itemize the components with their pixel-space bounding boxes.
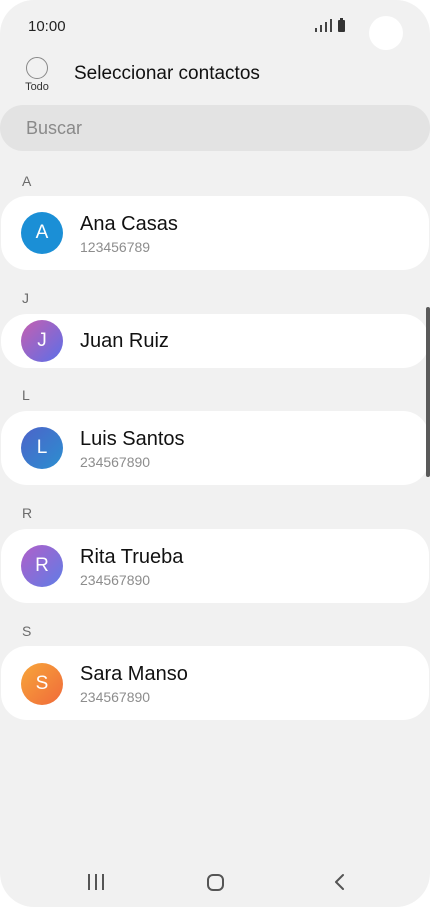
select-all-label: Todo xyxy=(25,81,49,93)
search-bar[interactable] xyxy=(0,105,430,151)
select-all-checkbox[interactable]: Todo xyxy=(22,57,52,93)
status-icons xyxy=(315,18,345,32)
contact-row-ana-casas[interactable]: A Ana Casas 123456789 xyxy=(1,196,429,270)
section-header-s: S xyxy=(22,623,32,639)
search-input[interactable] xyxy=(0,105,430,151)
navigation-bar xyxy=(0,860,430,904)
signal-icon xyxy=(325,22,327,32)
status-time: 10:00 xyxy=(28,18,66,35)
contact-row-sara-manso[interactable]: S Sara Manso 234567890 xyxy=(1,646,429,720)
section-header-j: J xyxy=(22,290,29,306)
section-header-a: A xyxy=(22,173,32,189)
contact-name: Ana Casas xyxy=(80,213,178,235)
contact-row-juan-ruiz[interactable]: J Juan Ruiz xyxy=(1,314,429,368)
contact-number: 123456789 xyxy=(80,239,151,255)
home-icon[interactable] xyxy=(207,874,224,891)
contact-number: 234567890 xyxy=(80,454,151,470)
recent-apps-bar xyxy=(95,874,97,890)
avatar: R xyxy=(21,545,63,587)
recent-apps-bar xyxy=(102,874,104,890)
contact-number: 234567890 xyxy=(80,572,151,588)
avatar: J xyxy=(21,320,63,362)
signal-icon xyxy=(315,28,317,32)
section-header-l: L xyxy=(22,387,30,403)
contact-name: Juan Ruiz xyxy=(80,330,169,352)
contact-name: Sara Manso xyxy=(80,663,188,685)
checkbox-circle-icon xyxy=(26,57,48,79)
page-title: Seleccionar contactos xyxy=(74,63,260,84)
recent-apps-bar xyxy=(88,874,90,890)
contact-row-luis-santos[interactable]: L Luis Santos 234567890 xyxy=(1,411,429,485)
avatar: L xyxy=(21,427,63,469)
contact-name: Rita Trueba xyxy=(80,546,184,568)
back-icon[interactable] xyxy=(330,872,350,892)
signal-icon xyxy=(320,25,322,32)
contact-number: 234567890 xyxy=(80,689,151,705)
section-header-r: R xyxy=(22,505,33,521)
contact-name: Luis Santos xyxy=(80,428,185,450)
recent-apps-icon[interactable] xyxy=(88,874,104,890)
contact-row-rita-trueba[interactable]: R Rita Trueba 234567890 xyxy=(1,529,429,603)
avatar: S xyxy=(21,663,63,705)
signal-icon xyxy=(330,19,332,32)
camera-cutout xyxy=(369,16,403,50)
battery-icon xyxy=(338,18,345,32)
phone-screen: 10:00 Todo Seleccionar contactos A A Ana… xyxy=(0,0,430,907)
avatar: A xyxy=(21,212,63,254)
scrollbar[interactable] xyxy=(426,307,430,477)
